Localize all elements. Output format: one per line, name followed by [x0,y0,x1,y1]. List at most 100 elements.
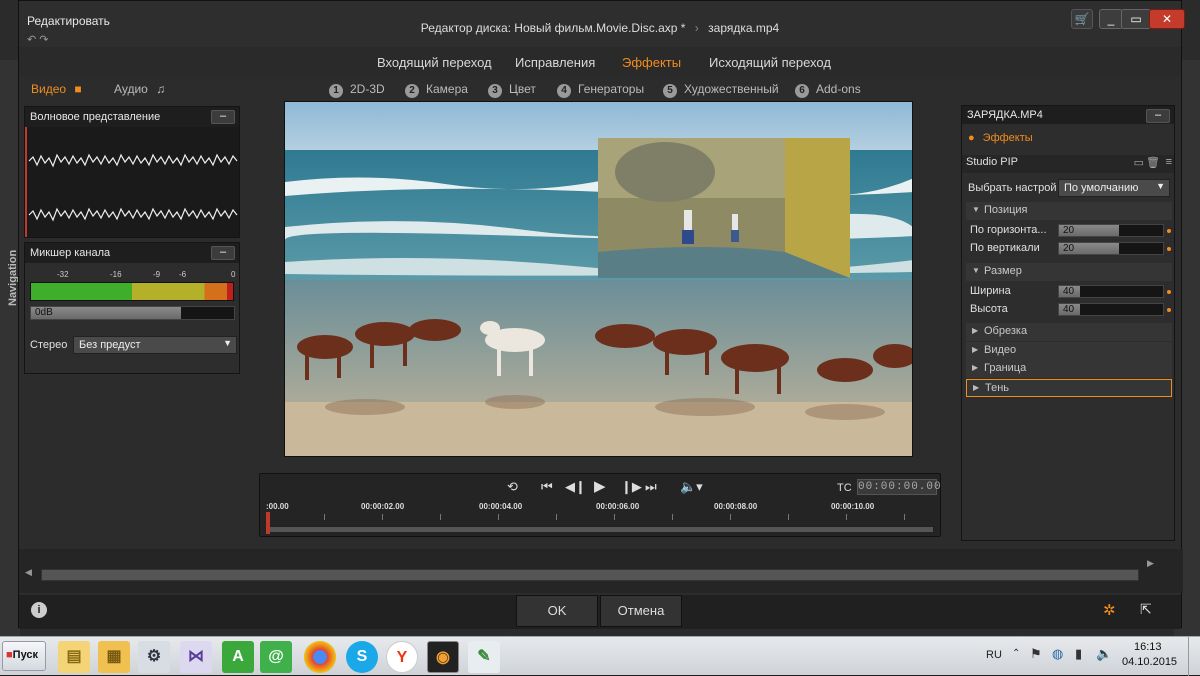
clock-date[interactable]: 04.10.2015 [1122,656,1177,668]
section-video[interactable]: ▶ Видео [966,342,1172,360]
keyframe-dot[interactable] [1167,290,1171,294]
icq-taskbar-icon[interactable]: @ [260,641,292,673]
timeline-tick: :00.00 [266,502,289,511]
effects-label: Эффекты [982,132,1033,144]
trash-icon[interactable]: 🗑 [1146,156,1160,169]
network-tool-taskbar-icon[interactable]: ⚙ [138,641,170,673]
video-preview[interactable] [284,101,913,457]
tab-label: Add-ons [816,82,861,96]
start-button[interactable]: ■Пуск [2,641,46,671]
playhead[interactable] [266,512,270,534]
choose-preset-dropdown[interactable]: По умолчанию ▼ [1058,179,1170,197]
volume-icon[interactable]: 🔈▾ [680,479,703,495]
preset-dropdown[interactable]: Без предуст ▼ [73,336,237,354]
tab-generators[interactable]: 4 Генераторы [557,82,644,98]
step-back-icon[interactable]: ◀❙ [565,479,586,495]
collapse-button[interactable]: – [211,110,235,124]
skype-taskbar-icon[interactable]: S [346,641,378,673]
notes-taskbar-icon[interactable]: ▦ [98,641,130,673]
horizontal-slider[interactable]: 20 [1058,224,1164,237]
timeline-tick: 00:00:02.00 [361,502,405,511]
tab-2d-3d[interactable]: 1 2D-3D [329,82,385,98]
tab-camera[interactable]: 2 Камера [405,82,468,98]
scroll-right-arrow-icon[interactable]: ▶ [1147,558,1154,569]
tab-effects[interactable]: Эффекты [622,55,681,70]
flag-icon[interactable]: ⚑ [1030,646,1042,662]
transport-bar: ⟲ ⏮ ◀❙ ▶ ❙▶ ⏭ 🔈▾ TC 00:00:00.00 :00.00 0… [259,473,941,537]
vertical-slider[interactable]: 20 [1058,242,1164,255]
tab-outgoing-transition[interactable]: Исходящий переход [709,55,831,70]
maximize-button[interactable]: ▭ [1121,9,1151,29]
channel-mixer-panel: Микшер канала – -32 -16 -9 -6 0 0dB Стер… [24,242,240,374]
tab-corrections[interactable]: Исправления [515,55,595,70]
expanded-triangle-icon: ▼ [972,266,980,275]
clock-time[interactable]: 16:13 [1134,641,1162,653]
close-button[interactable]: ✕ [1149,9,1185,29]
chrome-taskbar-icon[interactable] [304,641,336,673]
scrubber-track[interactable] [266,526,934,533]
width-value: 40 [1063,286,1075,297]
explorer-taskbar-icon[interactable]: ▤ [58,641,90,673]
tab-color[interactable]: 3 Цвет [488,82,536,98]
background-left-strip: Navigation [0,60,20,636]
section-size[interactable]: ▼ Размер [966,263,1172,281]
section-position-label: Позиция [984,204,1028,216]
scroll-left-arrow-icon[interactable]: ◀ [25,567,32,578]
export-icon[interactable]: ⇱ [1140,601,1152,618]
minimize-button[interactable]: _ [1099,9,1123,29]
scale-label: -16 [110,270,122,279]
update-icon[interactable]: ◍ [1052,646,1063,662]
loop-icon[interactable]: ⟲ [507,479,518,495]
effect-name: Studio PIP [966,156,1018,168]
info-icon[interactable]: i [31,602,47,618]
network-icon[interactable]: ▮ [1075,646,1082,662]
speaker-icon[interactable]: 🔈 [1096,646,1112,662]
paint-taskbar-icon[interactable]: ✎ [468,641,500,673]
ok-button[interactable]: OK [516,595,598,627]
effects-header[interactable]: ● Эффекты [966,132,1172,150]
keyframe-dot[interactable] [1167,229,1171,233]
effect-category-tabs: Видео ■ Аудио ♫ 1 2D-3D 2 Камера 3 Цвет 4 Ге… [19,77,1181,101]
collapse-button[interactable]: – [211,246,235,260]
show-desktop-button[interactable] [1188,637,1200,676]
show-hidden-icons[interactable]: ⌃ [1012,648,1020,659]
waveform-panel: Волновое представление – [24,106,240,238]
step-forward-icon[interactable]: ❙▶ [621,479,642,495]
collapse-button[interactable]: – [1146,109,1170,123]
horizontal-scrollbar[interactable] [41,569,1139,581]
section-shadow-label: Тень [985,382,1010,394]
scale-label: -9 [153,270,161,279]
tab-artistic[interactable]: 5 Художественный [663,82,779,98]
pinnacle-taskbar-icon[interactable]: ◉ [427,641,459,673]
volume-slider[interactable]: 0dB [30,306,235,320]
tab-addons[interactable]: 6 Add-ons [795,82,861,98]
language-indicator[interactable]: RU [986,649,1002,661]
preset-icon[interactable]: ▭ [1134,156,1144,169]
cart-icon[interactable]: 🛒 [1071,9,1093,29]
section-position[interactable]: ▼ Позиция [966,202,1172,220]
tab-video[interactable]: Видео ■ [31,82,82,96]
yandex-taskbar-icon[interactable]: Y [386,641,418,673]
section-shadow[interactable]: ▶ Тень [966,379,1172,397]
keyframe-dot[interactable] [1167,308,1171,312]
height-slider[interactable]: 40 [1058,303,1164,316]
section-border[interactable]: ▶ Граница [966,360,1172,378]
height-label: Высота [970,303,1008,315]
play-icon[interactable]: ▶ [594,477,606,495]
tab-audio[interactable]: Аудио ♫ [114,82,165,96]
app-a-taskbar-icon[interactable]: A [222,641,254,673]
go-to-start-icon[interactable]: ⏮ [541,479,553,495]
timeline-tick: 00:00:10.00 [831,502,875,511]
dialog-button-bar: i OK Отмена ✲ ⇱ [19,595,1181,629]
width-slider[interactable]: 40 [1058,285,1164,298]
media-player-taskbar-icon[interactable]: ⋈ [180,641,212,673]
timecode-display[interactable]: 00:00:00.00 [857,479,941,495]
menu-icon[interactable]: ≡ [1166,156,1172,168]
keyframe-dot[interactable] [1167,247,1171,251]
section-crop[interactable]: ▶ Обрезка [966,323,1172,341]
cancel-button[interactable]: Отмена [600,595,682,627]
go-to-end-icon[interactable]: ⏭ [645,479,657,495]
timeline-ruler[interactable] [266,514,934,520]
render-settings-icon[interactable]: ✲ [1103,601,1116,619]
tab-incoming-transition[interactable]: Входящий переход [377,55,492,70]
